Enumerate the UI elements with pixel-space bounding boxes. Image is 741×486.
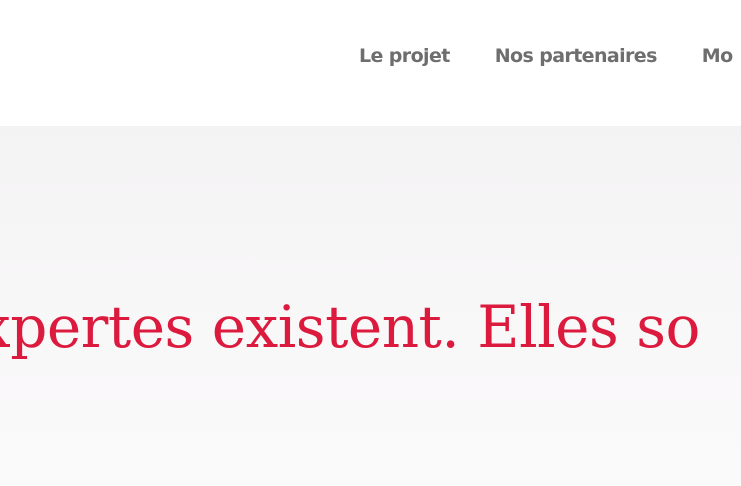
main-nav: Le projet Nos partenaires Mo [359,44,741,68]
hero-section: xpertes existent. Elles so [0,126,741,486]
nav-item-nos-partenaires[interactable]: Nos partenaires [495,44,658,68]
site-header: Le projet Nos partenaires Mo [0,0,741,126]
nav-item-truncated[interactable]: Mo [702,44,733,68]
hero-headline: xpertes existent. Elles so [0,293,700,361]
nav-item-le-projet[interactable]: Le projet [359,44,450,68]
